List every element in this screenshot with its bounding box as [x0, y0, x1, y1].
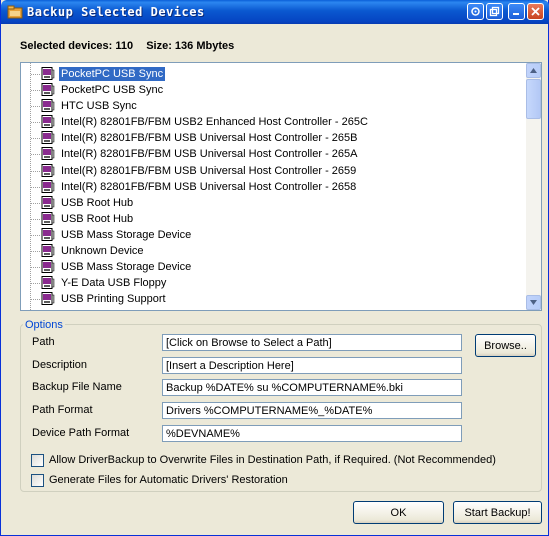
usb-device-icon	[41, 115, 55, 129]
close-icon[interactable]	[527, 3, 544, 20]
path-label: Path	[32, 336, 55, 348]
list-item[interactable]: USB Printing Support	[21, 291, 527, 307]
tree-branch-line	[31, 202, 40, 204]
window-title: Backup Selected Devices	[27, 5, 205, 19]
usb-device-icon	[41, 83, 55, 97]
usb-device-icon	[41, 244, 55, 258]
usb-device-icon	[41, 67, 55, 81]
tree-branch-line	[31, 122, 40, 124]
options-group: Options Path Browse.. Description Backup…	[20, 319, 542, 492]
tree-branch-line	[31, 154, 40, 156]
usb-device-icon	[41, 227, 55, 242]
overwrite-label: Allow DriverBackup to Overwrite Files in…	[49, 454, 496, 466]
usb-device-icon	[41, 99, 55, 113]
tree-branch-line	[31, 74, 40, 75]
scroll-up-button[interactable]	[526, 63, 541, 78]
list-item[interactable]: HTC USB Sync	[21, 98, 527, 114]
list-item[interactable]: Y-E Data USB Floppy	[21, 275, 527, 291]
backup-dialog: Backup Selected Devices Selected devices…	[0, 0, 549, 536]
overwrite-checkbox[interactable]	[31, 454, 44, 467]
tree-branch-line	[31, 267, 40, 269]
options-legend: Options	[23, 319, 65, 331]
tree-branch-line	[31, 299, 40, 301]
usb-device-icon	[41, 195, 55, 210]
description-label: Description	[32, 359, 88, 371]
usb-device-icon	[41, 163, 55, 178]
device-label: Unknown Device	[61, 245, 144, 258]
tree-branch-line	[31, 234, 40, 236]
list-item[interactable]: USB Mass Storage Device	[21, 227, 527, 243]
backup-file-name-label: Backup File Name	[32, 381, 122, 393]
usb-device-icon	[41, 131, 55, 145]
vertical-scrollbar[interactable]	[526, 63, 541, 310]
device-path-format-label: Device Path Format	[32, 427, 130, 439]
list-item[interactable]: Intel(R) 82801FB/FBM USB Universal Host …	[21, 163, 527, 179]
usb-device-icon	[41, 147, 55, 161]
selection-summary: Selected devices: 110 Size: 136 Mbytes	[20, 40, 244, 52]
restore-files-checkbox[interactable]	[31, 474, 44, 487]
list-item[interactable]: PocketPC USB Sync	[21, 66, 527, 82]
device-label: PocketPC USB Sync	[61, 84, 164, 97]
path-input[interactable]	[162, 334, 462, 351]
list-item[interactable]: Intel(R) 82801FB/FBM USB Universal Host …	[21, 130, 527, 146]
folder-icon	[7, 4, 23, 20]
device-label: PocketPC USB Sync	[59, 67, 166, 81]
device-path-format-input[interactable]	[162, 425, 462, 442]
description-input[interactable]	[162, 357, 462, 374]
device-list: PocketPC USB Sync PocketPC USB Sync HTC US…	[21, 66, 527, 307]
minimize-icon[interactable]	[508, 3, 525, 20]
device-label: USB Mass Storage Device	[61, 228, 192, 241]
backup-file-name-input[interactable]	[162, 379, 462, 396]
list-item[interactable]: Intel(R) 82801FB/FBM USB Universal Host …	[21, 146, 527, 162]
tree-branch-line	[31, 170, 40, 172]
tree-branch-line	[31, 218, 40, 220]
usb-device-icon	[41, 260, 55, 274]
device-tree[interactable]: PocketPC USB Sync PocketPC USB Sync HTC US…	[20, 62, 542, 311]
device-label: USB Mass Storage Device	[61, 261, 192, 274]
device-label: Intel(R) 82801FB/FBM USB Universal Host …	[61, 164, 357, 177]
device-label: Intel(R) 82801FB/FBM USB Universal Host …	[61, 132, 358, 145]
tree-branch-line	[31, 186, 40, 188]
list-item[interactable]: USB Root Hub	[21, 211, 527, 227]
usb-device-icon	[41, 211, 55, 226]
browse-button[interactable]: Browse..	[475, 334, 536, 357]
list-item[interactable]: Intel(R) 82801FB/FBM USB Universal Host …	[21, 179, 527, 195]
device-label: HTC USB Sync	[61, 100, 137, 113]
device-label: Intel(R) 82801FB/FBM USB Universal Host …	[61, 148, 358, 161]
selected-devices-count: Selected devices: 110	[20, 40, 134, 52]
title-bar[interactable]: Backup Selected Devices	[1, 0, 549, 24]
chevron-down-icon	[530, 300, 537, 305]
list-item[interactable]: USB Root Hub	[21, 195, 527, 211]
list-item[interactable]: Unknown Device	[21, 243, 527, 259]
device-label: Y-E Data USB Floppy	[61, 277, 167, 290]
pin-icon[interactable]	[467, 3, 484, 20]
path-format-input[interactable]	[162, 402, 462, 419]
tree-branch-line	[31, 251, 40, 253]
usb-device-icon	[41, 179, 55, 194]
list-item[interactable]: USB Mass Storage Device	[21, 259, 527, 275]
tree-branch-line	[31, 106, 40, 108]
scroll-thumb[interactable]	[526, 79, 541, 119]
device-label: Intel(R) 82801FB/FBM USB2 Enhanced Host …	[61, 116, 368, 129]
device-label: Intel(R) 82801FB/FBM USB Universal Host …	[61, 180, 357, 193]
tree-branch-line	[31, 90, 40, 92]
usb-device-icon	[41, 292, 55, 306]
restore-icon[interactable]	[486, 3, 503, 20]
list-item[interactable]: Intel(R) 82801FB/FBM USB2 Enhanced Host …	[21, 114, 527, 130]
usb-device-icon	[41, 276, 55, 290]
start-backup-button[interactable]: Start Backup!	[453, 501, 542, 524]
backup-size: Size: 136 Mbytes	[146, 40, 235, 52]
path-format-label: Path Format	[32, 404, 93, 416]
list-item[interactable]: PocketPC USB Sync	[21, 82, 527, 98]
chevron-up-icon	[530, 68, 537, 73]
device-label: USB Root Hub	[61, 196, 134, 209]
ok-button[interactable]: OK	[353, 501, 444, 524]
device-label: USB Printing Support	[61, 293, 166, 306]
scroll-down-button[interactable]	[526, 295, 541, 310]
tree-branch-line	[31, 138, 40, 140]
device-label: USB Root Hub	[61, 212, 134, 225]
tree-branch-line	[31, 283, 40, 285]
restore-files-label: Generate Files for Automatic Drivers' Re…	[49, 474, 288, 486]
